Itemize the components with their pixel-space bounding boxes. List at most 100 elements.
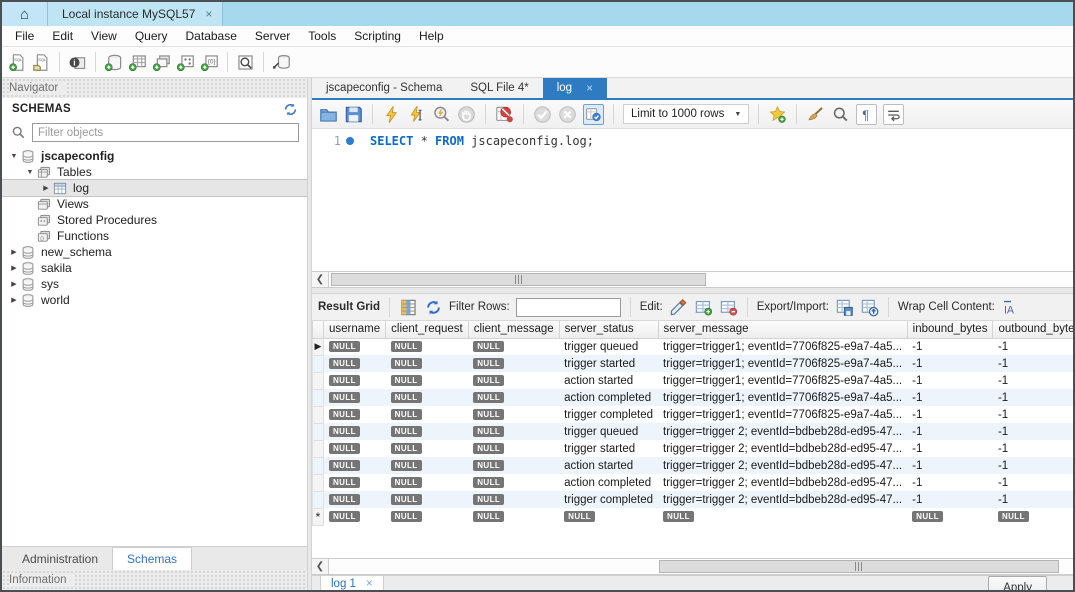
- cell-outbound_bytes[interactable]: -1: [993, 338, 1073, 355]
- menu-item-edit[interactable]: Edit: [43, 29, 82, 43]
- cell-server_status[interactable]: action started: [559, 457, 658, 474]
- save-icon[interactable]: [344, 105, 363, 124]
- sidebar-tab-schemas[interactable]: Schemas: [112, 547, 192, 570]
- reconnect-dbms-icon[interactable]: [272, 53, 291, 72]
- row-selector[interactable]: [313, 474, 324, 491]
- cell-outbound_bytes[interactable]: -1: [993, 423, 1073, 440]
- cell-server_status[interactable]: action completed: [559, 389, 658, 406]
- cell-client_message[interactable]: NULL: [468, 355, 559, 372]
- execute-current-icon[interactable]: [407, 105, 426, 124]
- cell-server_status[interactable]: action started: [559, 372, 658, 389]
- row-selector[interactable]: [313, 389, 324, 406]
- cell-server_status[interactable]: trigger completed: [559, 491, 658, 508]
- cell-client_message[interactable]: NULL: [468, 423, 559, 440]
- cell-username[interactable]: NULL: [324, 491, 386, 508]
- column-header-outbound_bytes[interactable]: outbound_bytes: [993, 321, 1073, 338]
- table-row[interactable]: *NULLNULLNULLNULLNULLNULLNULL: [313, 508, 1074, 525]
- cell-client_request[interactable]: NULL: [386, 491, 469, 508]
- sidebar-tab-administration[interactable]: Administration: [8, 547, 112, 570]
- table-row[interactable]: NULLNULLNULLtrigger startedtrigger=trigg…: [313, 355, 1074, 372]
- cell-inbound_bytes[interactable]: NULL: [907, 508, 993, 525]
- cell-username[interactable]: NULL: [324, 440, 386, 457]
- cell-server_message[interactable]: trigger=trigger1; eventId=7706f825-e9a7-…: [658, 389, 907, 406]
- delete-row-icon[interactable]: [719, 298, 738, 317]
- cell-outbound_bytes[interactable]: -1: [993, 389, 1073, 406]
- refresh-icon[interactable]: [424, 298, 443, 317]
- close-icon[interactable]: ×: [205, 7, 212, 21]
- cell-server_status[interactable]: trigger started: [559, 440, 658, 457]
- stop-icon[interactable]: [457, 105, 476, 124]
- cell-username[interactable]: NULL: [324, 338, 386, 355]
- scrollbar-thumb[interactable]: [331, 273, 706, 286]
- cell-outbound_bytes[interactable]: -1: [993, 491, 1073, 508]
- home-tab[interactable]: ⌂: [2, 2, 48, 26]
- row-selector[interactable]: ▶: [313, 338, 324, 355]
- table-row[interactable]: NULLNULLNULLaction startedtrigger=trigge…: [313, 372, 1074, 389]
- cell-username[interactable]: NULL: [324, 372, 386, 389]
- tree-item-log[interactable]: ▶log: [2, 180, 307, 196]
- row-selector[interactable]: [313, 491, 324, 508]
- cell-server_status[interactable]: trigger queued: [559, 338, 658, 355]
- autocommit-toggle[interactable]: [583, 104, 604, 125]
- row-selector[interactable]: [313, 355, 324, 372]
- cell-server_message[interactable]: trigger=trigger 2; eventId=bdbeb28d-ed95…: [658, 440, 907, 457]
- cell-inbound_bytes[interactable]: -1: [907, 338, 993, 355]
- cell-client_message[interactable]: NULL: [468, 457, 559, 474]
- table-row[interactable]: NULLNULLNULLtrigger completedtrigger=tri…: [313, 491, 1074, 508]
- create-procedure-icon[interactable]: [176, 53, 195, 72]
- tree-item-stored-procedures[interactable]: Stored Procedures: [2, 212, 307, 228]
- cell-server_status[interactable]: trigger started: [559, 355, 658, 372]
- open-sql-script-icon[interactable]: SQL: [32, 53, 51, 72]
- row-selector[interactable]: *: [313, 508, 324, 525]
- editor-tab-log[interactable]: log×: [543, 78, 607, 98]
- editor-tab-sql-file-4-[interactable]: SQL File 4*: [456, 78, 542, 98]
- result-grid[interactable]: usernameclient_requestclient_messageserv…: [312, 321, 1073, 558]
- tree-item-new_schema[interactable]: ▶new_schema: [2, 244, 307, 260]
- cell-client_request[interactable]: NULL: [386, 338, 469, 355]
- cell-server_message[interactable]: trigger=trigger 2; eventId=bdbeb28d-ed95…: [658, 474, 907, 491]
- invisibles-toggle[interactable]: ¶: [856, 104, 877, 125]
- search-data-icon[interactable]: [236, 53, 255, 72]
- cell-server_status[interactable]: NULL: [559, 508, 658, 525]
- create-table-icon[interactable]: [128, 53, 147, 72]
- cell-client_message[interactable]: NULL: [468, 474, 559, 491]
- cell-client_request[interactable]: NULL: [386, 355, 469, 372]
- tree-item-world[interactable]: ▶world: [2, 292, 307, 308]
- cell-client_message[interactable]: NULL: [468, 508, 559, 525]
- menu-item-scripting[interactable]: Scripting: [345, 29, 410, 43]
- commit-icon[interactable]: [533, 105, 552, 124]
- grid-view-icon[interactable]: [399, 298, 418, 317]
- inspector-icon[interactable]: i: [68, 53, 87, 72]
- menu-item-server[interactable]: Server: [246, 29, 299, 43]
- cell-client_message[interactable]: NULL: [468, 372, 559, 389]
- cell-outbound_bytes[interactable]: -1: [993, 457, 1073, 474]
- cell-username[interactable]: NULL: [324, 406, 386, 423]
- insert-row-icon[interactable]: [694, 298, 713, 317]
- cell-client_message[interactable]: NULL: [468, 338, 559, 355]
- refresh-schemas-icon[interactable]: [282, 101, 299, 118]
- table-row[interactable]: NULLNULLNULLaction completedtrigger=trig…: [313, 389, 1074, 406]
- cell-client_message[interactable]: NULL: [468, 406, 559, 423]
- cell-server_message[interactable]: NULL: [658, 508, 907, 525]
- rollback-icon[interactable]: [558, 105, 577, 124]
- close-icon[interactable]: ×: [366, 578, 373, 590]
- table-row[interactable]: NULLNULLNULLaction startedtrigger=trigge…: [313, 457, 1074, 474]
- collapse-arrow-icon[interactable]: ▼: [24, 169, 36, 176]
- export-recordset-icon[interactable]: [835, 298, 854, 317]
- close-icon[interactable]: ×: [586, 81, 593, 95]
- cell-inbound_bytes[interactable]: -1: [907, 406, 993, 423]
- cell-inbound_bytes[interactable]: -1: [907, 355, 993, 372]
- expand-arrow-icon[interactable]: ▶: [8, 296, 20, 304]
- column-header-client_message[interactable]: client_message: [468, 321, 559, 338]
- cell-username[interactable]: NULL: [324, 389, 386, 406]
- tree-item-tables[interactable]: ▼Tables: [2, 164, 307, 180]
- table-row[interactable]: NULLNULLNULLtrigger completedtrigger=tri…: [313, 406, 1074, 423]
- tree-item-jscapeconfig[interactable]: ▼jscapeconfig: [2, 148, 307, 164]
- column-header-username[interactable]: username: [324, 321, 386, 338]
- expand-arrow-icon[interactable]: ▶: [8, 264, 20, 272]
- filter-rows-input[interactable]: [516, 298, 621, 317]
- table-row[interactable]: NULLNULLNULLaction completedtrigger=trig…: [313, 474, 1074, 491]
- grid-horizontal-scrollbar[interactable]: ❮: [312, 558, 1073, 575]
- import-records-icon[interactable]: [860, 298, 879, 317]
- cell-client_message[interactable]: NULL: [468, 440, 559, 457]
